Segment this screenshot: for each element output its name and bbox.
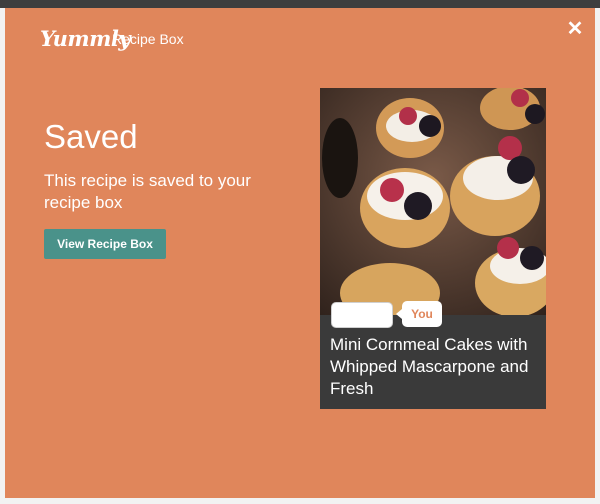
view-recipe-box-button[interactable]: View Recipe Box [44, 229, 166, 259]
saved-heading: Saved [44, 118, 138, 155]
close-icon[interactable]: ✕ [564, 18, 586, 40]
recipe-photo [320, 88, 546, 315]
header-title: Recipe Box [112, 31, 184, 47]
recipe-box-modal: Yummly Recipe Box ✕ Saved This recipe is… [5, 8, 595, 498]
saver-avatar-bubble [331, 302, 393, 328]
top-bar [0, 0, 600, 8]
recipe-title[interactable]: Mini Cornmeal Cakes with Whipped Mascarp… [330, 334, 540, 400]
recipe-card[interactable]: You Mini Cornmeal Cakes with Whipped Mas… [320, 88, 546, 409]
you-badge: You [396, 301, 442, 327]
saved-description: This recipe is saved to your recipe box [44, 171, 251, 212]
